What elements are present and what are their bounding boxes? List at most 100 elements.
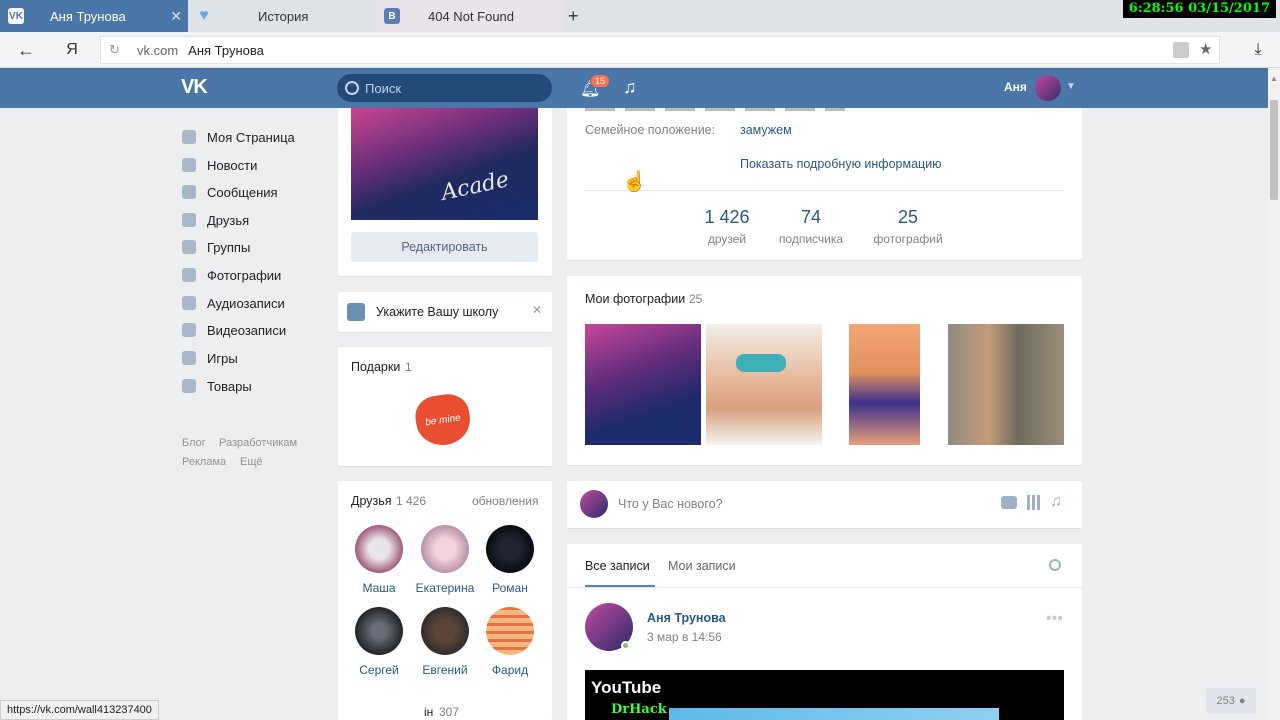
footer-link-blog[interactable]: Блог (182, 437, 206, 449)
sidebar-item-goods[interactable]: Товары (182, 376, 252, 396)
avatar[interactable] (1035, 75, 1061, 101)
sidebar-item-my-page[interactable]: Моя Страница (182, 127, 295, 147)
search-icon[interactable] (1049, 559, 1061, 571)
sidebar-item-news[interactable]: Новости (182, 155, 257, 175)
games-icon (182, 351, 196, 365)
stat-friends[interactable]: 1 426 друзей (697, 207, 757, 246)
more-options-icon[interactable]: ••• (1046, 610, 1063, 628)
school-prompt-text: Укажите Вашу школу (376, 305, 499, 319)
clipped-row (585, 108, 845, 111)
search-placeholder: Поиск (365, 80, 402, 96)
friends-title[interactable]: Друзья (351, 494, 392, 508)
photo-thumbnail[interactable] (849, 324, 920, 445)
chevron-down-icon[interactable]: ▼ (1066, 81, 1076, 92)
goods-icon (182, 379, 196, 393)
sidebar-item-friends[interactable]: Друзья (182, 210, 249, 230)
sidebar-item-groups[interactable]: Группы (182, 237, 250, 257)
sidebar-item-label: Новости (207, 157, 258, 173)
photo-thumbnail[interactable] (585, 324, 701, 445)
friends-updates-link[interactable]: обновления (472, 494, 538, 508)
friend-item[interactable]: Маша (349, 525, 409, 595)
friend-item[interactable]: Фарид (480, 607, 540, 677)
browser-tab-active[interactable]: VK Аня Трунова ✕ (0, 0, 188, 32)
sidebar-item-messages[interactable]: Сообщения (182, 182, 278, 202)
tab-all-posts[interactable]: Все записи (585, 559, 650, 573)
header-user-name[interactable]: Аня (1004, 80, 1027, 94)
music-icon[interactable]: ♫ (623, 77, 637, 98)
stat-photos[interactable]: 25 фотографий (863, 207, 953, 246)
photo-thumbnail[interactable] (948, 324, 1064, 445)
vk-header: VK Поиск 🔔︎ 15 ♫ Аня ▼ (0, 68, 1268, 108)
video-frame-strip (669, 708, 999, 720)
friends-icon (182, 213, 196, 227)
footer-link-developers[interactable]: Разработчикам (219, 437, 297, 449)
audio-icon (182, 296, 196, 310)
show-more-info-link[interactable]: Показать подробную информацию (740, 157, 942, 171)
new-post-input[interactable]: Что у Вас нового? (618, 497, 723, 511)
sidebar-item-label: Товары (207, 378, 252, 394)
sidebar-item-label: Игры (207, 350, 238, 366)
online-count-badge[interactable]: 253 ● (1206, 688, 1256, 714)
video-preview[interactable]: YouTube DrHack (585, 670, 1064, 720)
reload-icon[interactable]: ↻ (109, 42, 120, 58)
video-icon[interactable] (1027, 495, 1040, 510)
browser-tab-history[interactable]: ♥ История (188, 0, 376, 32)
scrollbar-thumb[interactable] (1270, 100, 1278, 200)
search-input[interactable]: Поиск (337, 74, 552, 102)
close-icon[interactable]: ✕ (170, 8, 182, 25)
tab-my-posts[interactable]: Мои записи (668, 559, 736, 573)
scroll-up-icon[interactable]: ▲ (1270, 74, 1278, 83)
avatar (421, 607, 469, 655)
sidebar-item-label: Фотографии (207, 267, 282, 283)
gift-label: be mine (424, 412, 462, 428)
avatar (486, 607, 534, 655)
friend-item[interactable]: Сергей (349, 607, 409, 677)
notification-badge: 15 (590, 74, 611, 88)
stat-number: 25 (897, 207, 919, 227)
gifts-title[interactable]: Подарки (351, 360, 400, 374)
post-date[interactable]: 3 мар в 14:56 (647, 630, 722, 644)
friends-count: 1 426 (396, 494, 427, 508)
friend-name: Фарид (491, 663, 529, 677)
photos-title[interactable]: Мои фотографии (585, 292, 685, 306)
footer-link-more[interactable]: Ещё (240, 456, 263, 468)
divider (585, 190, 1064, 191)
download-icon[interactable]: ⤓ (1246, 38, 1270, 62)
friend-item[interactable]: Евгений (415, 607, 475, 677)
music-note-icon[interactable]: ♫ (1050, 493, 1062, 511)
back-arrow-icon[interactable]: ← (14, 38, 38, 62)
vk-logo-icon[interactable]: VK (181, 76, 215, 98)
yandex-button[interactable]: Я (60, 38, 84, 62)
stat-label: подписчика (778, 232, 844, 246)
sidebar-item-games[interactable]: Игры (182, 348, 238, 368)
sidebar-item-audio[interactable]: Аудиозаписи (182, 293, 285, 313)
sidebar-item-label: Моя Страница (207, 129, 295, 145)
edit-profile-button[interactable]: Редактировать (351, 232, 538, 262)
scrollbar[interactable]: ▲ (1268, 68, 1280, 720)
star-icon[interactable]: ★ (1199, 40, 1212, 58)
video-icon (182, 323, 196, 337)
friend-item[interactable]: Екатерина (415, 525, 475, 595)
camera-icon[interactable] (1001, 496, 1017, 509)
post-author[interactable]: Аня Трунова (647, 611, 726, 625)
close-icon[interactable]: ✕ (532, 303, 542, 317)
friend-item[interactable]: Роман (480, 525, 540, 595)
heart-gift-icon[interactable]: be mine (412, 391, 474, 449)
bookmark-icon[interactable] (1173, 42, 1189, 58)
tab-label: Аня Трунова (50, 8, 126, 24)
tab-label: История (258, 8, 309, 24)
profile-photo[interactable]: Acade (351, 108, 538, 220)
browser-tab-404[interactable]: B 404 Not Found (376, 0, 564, 32)
family-value[interactable]: замужем (740, 123, 792, 137)
stat-followers[interactable]: 74 подписчика (771, 207, 851, 246)
swimsuit-shape (736, 354, 786, 372)
sidebar-item-video[interactable]: Видеозаписи (182, 320, 286, 340)
youtube-logo: YouTube (591, 678, 662, 697)
sidebar-item-photos[interactable]: Фотографии (182, 265, 281, 285)
url-field[interactable]: ↻ vk.com Аня Трунова ★ (100, 36, 1220, 64)
avatar-card: Acade Редактировать (338, 108, 552, 276)
photo-thumbnail[interactable] (706, 324, 822, 445)
new-tab-button[interactable]: + (568, 0, 588, 32)
school-prompt-card[interactable]: Укажите Вашу школу ✕ (338, 292, 552, 332)
footer-link-ads[interactable]: Реклама (182, 456, 226, 468)
